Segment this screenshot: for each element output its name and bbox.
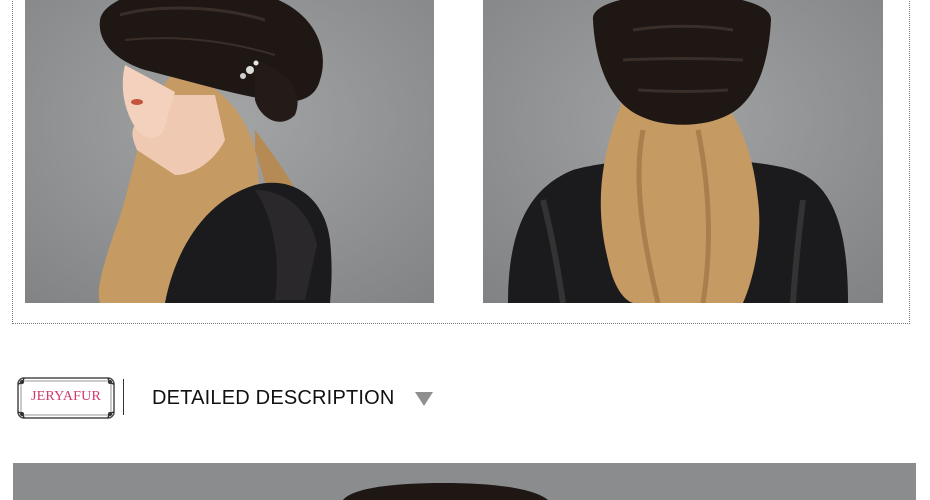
description-header: JERYAFUR DETAILED DESCRIPTION — [0, 368, 930, 428]
brand-logo: JERYAFUR — [15, 375, 117, 421]
product-photo-back[interactable] — [483, 0, 883, 303]
product-photo-side[interactable] — [25, 0, 434, 303]
triangle-down-icon — [415, 392, 433, 406]
header-divider — [123, 379, 124, 415]
section-title: DETAILED DESCRIPTION — [152, 387, 395, 409]
brand-logo-text: JERYAFUR — [30, 389, 102, 404]
product-photo-next[interactable] — [13, 463, 916, 500]
